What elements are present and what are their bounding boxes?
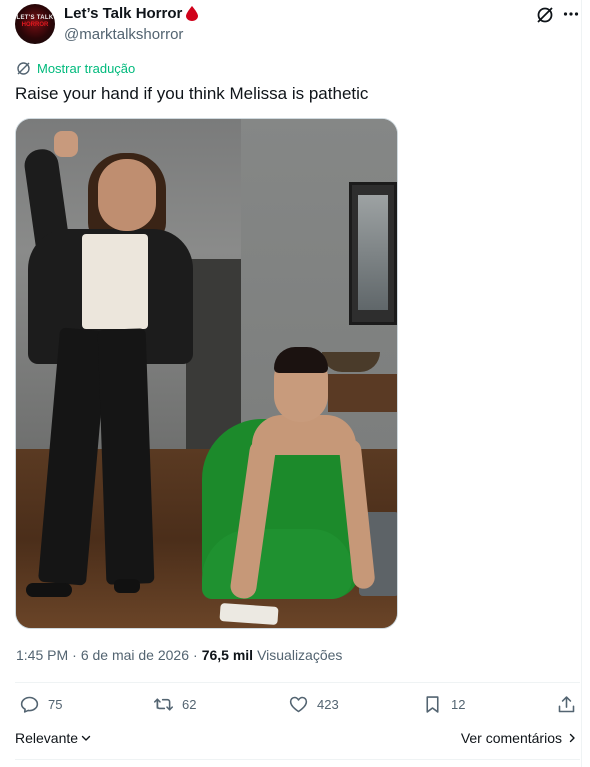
- bookmark-icon: [426, 696, 439, 713]
- meta-separator: ·: [72, 647, 77, 663]
- action-bar: 75 62 423 12: [15, 694, 580, 720]
- translate-icon: [17, 62, 30, 75]
- chevron-down-icon: [81, 735, 91, 741]
- views-count: 76,5 mil: [201, 647, 254, 663]
- avatar[interactable]: LET'S TALK HORROR: [15, 4, 55, 44]
- reply-button[interactable]: 75: [19, 694, 62, 715]
- column-border: [581, 0, 582, 767]
- divider: [15, 759, 580, 760]
- tweet-meta: 1:45 PM · 6 de mai de 2026 · 76,5 mil Vi…: [16, 647, 342, 663]
- tweet-time[interactable]: 1:45 PM: [16, 647, 68, 663]
- see-comments-label: Ver comentários: [460, 730, 562, 746]
- tweet-detail: LET'S TALK HORROR Let’s Talk Horror @mar…: [0, 0, 590, 767]
- image-standing-woman-shoe-left: [26, 583, 72, 597]
- meta-separator: ·: [193, 647, 198, 663]
- repost-icon: [153, 698, 174, 711]
- replies-controls: Relevante Ver comentários: [15, 728, 580, 750]
- image-standing-woman-shirt: [82, 234, 148, 329]
- image-kneeling-woman-hair: [274, 347, 328, 373]
- reply-count: 75: [48, 697, 63, 712]
- repost-count: 62: [182, 697, 197, 712]
- heart-icon: [289, 696, 308, 713]
- image-frame-picture: [358, 195, 388, 310]
- image-wall-frame: [349, 182, 397, 325]
- image-standing-woman-leg-right: [97, 328, 155, 585]
- like-count: 423: [317, 697, 339, 712]
- bookmark-count: 12: [451, 697, 466, 712]
- share-button[interactable]: [556, 694, 577, 715]
- like-button[interactable]: 423: [288, 694, 339, 715]
- more-options-icon[interactable]: [563, 9, 579, 19]
- image-standing-woman-shoe-right: [114, 579, 140, 593]
- grok-icon[interactable]: [536, 6, 554, 24]
- tweet-text: Raise your hand if you think Melissa is …: [15, 84, 369, 103]
- sort-label: Relevante: [15, 730, 79, 746]
- display-name[interactable]: Let’s Talk Horror: [64, 5, 182, 22]
- tweet-date[interactable]: 6 de mai de 2026: [81, 647, 189, 663]
- user-handle[interactable]: @marktalkshorror: [64, 26, 183, 43]
- divider: [15, 682, 580, 683]
- reply-icon: [20, 696, 39, 713]
- sort-dropdown[interactable]: Relevante: [15, 730, 92, 746]
- avatar-logo-text-bottom: HORROR: [21, 22, 49, 28]
- image-standing-woman-face: [98, 159, 156, 231]
- blood-drop-icon: [186, 6, 199, 21]
- views-label: Visualizações: [257, 647, 343, 663]
- name-row: Let’s Talk Horror: [64, 5, 199, 22]
- see-comments-link[interactable]: Ver comentários: [461, 730, 578, 746]
- avatar-logo-text-top: LET'S TALK: [16, 15, 54, 21]
- image-kneeling-woman-skirt: [202, 529, 352, 599]
- chevron-right-icon: [569, 733, 575, 743]
- tweet-image[interactable]: [15, 118, 398, 629]
- repost-button[interactable]: 62: [153, 694, 196, 715]
- image-standing-woman-fist: [54, 131, 78, 157]
- tweet-header: LET'S TALK HORROR Let’s Talk Horror @mar…: [15, 4, 583, 48]
- show-translation-button[interactable]: Mostrar tradução: [16, 61, 135, 76]
- bookmark-button[interactable]: 12: [422, 694, 465, 715]
- image-console-table: [328, 374, 397, 412]
- share-icon: [558, 696, 575, 713]
- show-translation-label: Mostrar tradução: [37, 61, 136, 76]
